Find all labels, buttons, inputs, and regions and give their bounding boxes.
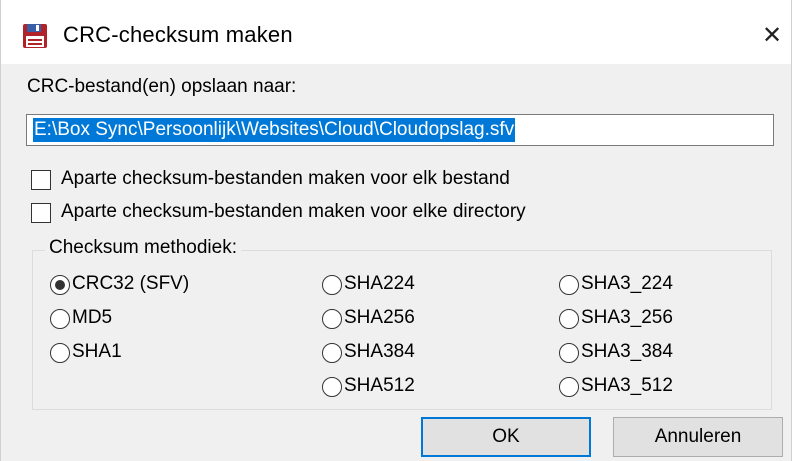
radio-sha224-label[interactable]: SHA224 — [344, 273, 415, 295]
radio-sha3-512-label[interactable]: SHA3_512 — [581, 375, 673, 397]
per-directory-label[interactable]: Aparte checksum-bestanden maken voor elk… — [61, 201, 526, 223]
radio-sha224-circle[interactable] — [322, 275, 342, 295]
radio-md5-label[interactable]: MD5 — [72, 307, 112, 329]
radio-sha3-256-label[interactable]: SHA3_256 — [581, 307, 673, 329]
radio-md5-circle[interactable] — [50, 309, 70, 329]
title-bar[interactable]: CRC-checksum maken ✕ — [1, 0, 791, 64]
save-path-input[interactable]: E:\Box Sync\Persoonlijk\Websites\Cloud\C… — [26, 114, 774, 146]
radio-sha256-label[interactable]: SHA256 — [344, 307, 415, 329]
save-path-value: E:\Box Sync\Persoonlijk\Websites\Cloud\C… — [33, 118, 516, 142]
per-directory-checkbox[interactable] — [31, 203, 51, 223]
radio-sha512-circle[interactable] — [322, 377, 342, 397]
radio-sha1-circle[interactable] — [50, 343, 70, 363]
radio-sha3-512-circle[interactable] — [559, 377, 579, 397]
radio-sha3-384-circle[interactable] — [559, 343, 579, 363]
per-file-checkbox[interactable] — [31, 170, 51, 190]
radio-crc32-circle[interactable] — [50, 275, 70, 295]
radio-sha1-label[interactable]: SHA1 — [72, 341, 122, 363]
radio-sha3-256-circle[interactable] — [559, 309, 579, 329]
crc-checksum-dialog: CRC-checksum maken ✕ CRC-bestand(en) ops… — [0, 0, 792, 461]
checksum-method-label: Checksum methodiek: — [45, 237, 241, 259]
radio-crc32-label[interactable]: CRC32 (SFV) — [72, 273, 189, 295]
close-icon[interactable]: ✕ — [757, 20, 787, 50]
radio-sha3-224-label[interactable]: SHA3_224 — [581, 273, 673, 295]
radio-sha384-circle[interactable] — [322, 343, 342, 363]
ok-button[interactable]: OK — [421, 417, 591, 457]
per-file-label[interactable]: Aparte checksum-bestanden maken voor elk… — [61, 168, 510, 190]
window-title: CRC-checksum maken — [63, 22, 293, 47]
radio-sha512-label[interactable]: SHA512 — [344, 375, 415, 397]
radio-sha3-384-label[interactable]: SHA3_384 — [581, 341, 673, 363]
radio-sha3-224-circle[interactable] — [559, 275, 579, 295]
radio-sha256-circle[interactable] — [322, 309, 342, 329]
radio-selected-dot — [55, 280, 65, 290]
save-to-label: CRC-bestand(en) opslaan naar: — [27, 76, 297, 97]
floppy-disk-icon — [22, 23, 48, 49]
radio-sha384-label[interactable]: SHA384 — [344, 341, 415, 363]
cancel-button[interactable]: Annuleren — [613, 417, 783, 457]
